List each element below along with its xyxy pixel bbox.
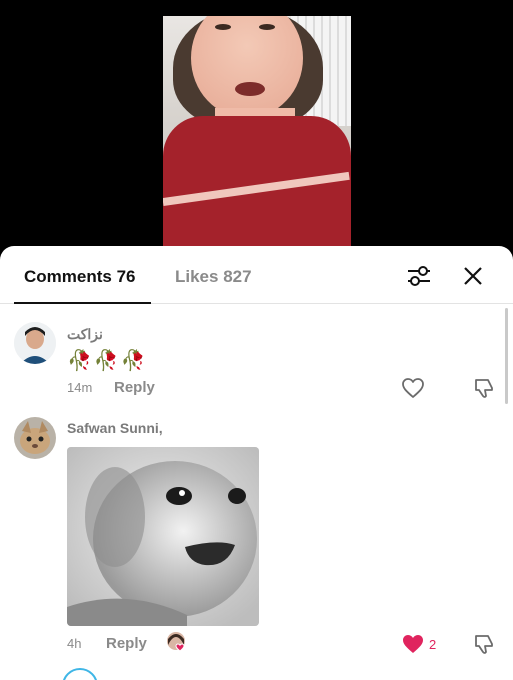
scrollbar[interactable] — [505, 308, 508, 404]
reply-button[interactable]: Reply — [114, 379, 155, 396]
tab-likes[interactable]: Likes 827 — [175, 267, 252, 287]
heart-filled-icon — [403, 635, 423, 653]
dislike-button[interactable] — [472, 376, 496, 405]
close-icon — [464, 267, 482, 285]
heart-outline-icon — [402, 378, 424, 398]
active-tab-indicator — [14, 302, 151, 304]
person-mouth — [235, 82, 265, 96]
filter-icon — [408, 266, 430, 286]
dislike-icon — [475, 379, 493, 398]
avatar[interactable] — [14, 417, 56, 459]
avatar-image — [14, 417, 56, 459]
person-eye-left — [215, 24, 231, 30]
comment-username[interactable]: Safwan Sunni, — [67, 420, 163, 436]
comment-username[interactable]: نزاکت — [67, 326, 103, 343]
filter-button[interactable] — [404, 263, 434, 289]
baby-face-image — [67, 447, 259, 626]
like-button[interactable] — [401, 633, 425, 660]
comment-text: 🥀🥀🥀 — [67, 350, 148, 372]
comment-gif-image[interactable] — [67, 447, 259, 626]
sheet-tabs: Comments 76 Likes 827 — [0, 246, 513, 304]
like-count: 2 — [429, 637, 437, 652]
video-preview[interactable] — [163, 16, 351, 252]
creator-liked-badge — [166, 631, 190, 655]
comment-time: 14m — [67, 380, 93, 395]
avatar[interactable] — [62, 668, 98, 680]
creator-avatar-icon — [167, 632, 185, 652]
tab-comments[interactable]: Comments 76 — [24, 267, 135, 287]
close-button[interactable] — [460, 263, 486, 289]
person-eye-right — [259, 24, 275, 30]
comment-time: 4h — [67, 636, 82, 651]
avatar[interactable] — [14, 322, 56, 364]
reply-button[interactable]: Reply — [106, 635, 147, 652]
like-button[interactable] — [401, 377, 425, 404]
comments-sheet: Comments 76 Likes 827 نزاکت 🥀🥀🥀 14m Repl… — [0, 246, 513, 680]
dislike-button[interactable] — [472, 632, 496, 661]
avatar-image — [14, 322, 56, 364]
dislike-icon — [475, 635, 493, 654]
